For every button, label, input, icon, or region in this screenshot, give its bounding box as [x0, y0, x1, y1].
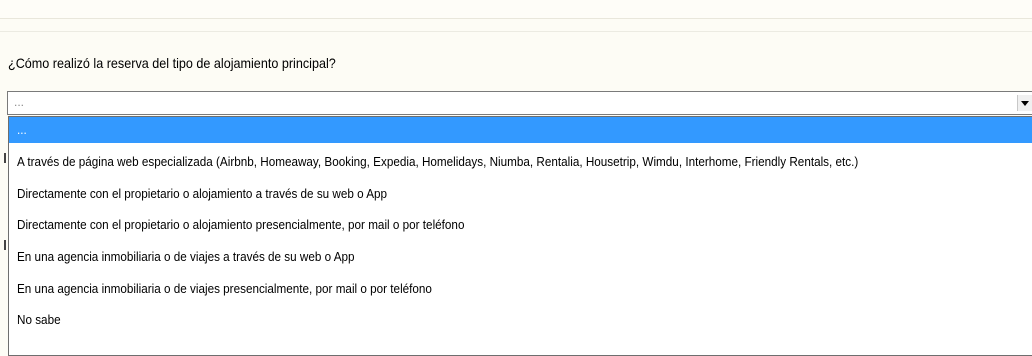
- select-dropdown-list[interactable]: ... A través de página web especializada…: [8, 116, 1032, 356]
- option-item[interactable]: En una agencia inmobiliaria o de viajes …: [9, 276, 1032, 302]
- chevron-down-icon[interactable]: [1017, 95, 1032, 111]
- question-label: ¿Cómo realizó la reserva del tipo de alo…: [8, 55, 336, 71]
- section-divider: [0, 31, 1032, 32]
- option-item[interactable]: No sabe: [9, 307, 1032, 333]
- side-marker: [4, 240, 6, 250]
- select-current-value: ...: [14, 95, 25, 109]
- option-item[interactable]: Directamente con el propietario o alojam…: [9, 181, 1032, 207]
- option-item[interactable]: En una agencia inmobiliaria o de viajes …: [9, 244, 1032, 270]
- option-item[interactable]: ...: [9, 117, 1032, 143]
- option-item[interactable]: A través de página web especializada (Ai…: [9, 149, 1032, 175]
- option-item[interactable]: Directamente con el propietario o alojam…: [9, 212, 1032, 238]
- side-marker: [4, 153, 6, 163]
- booking-method-select[interactable]: ...: [7, 91, 1032, 115]
- top-band: [0, 0, 1032, 19]
